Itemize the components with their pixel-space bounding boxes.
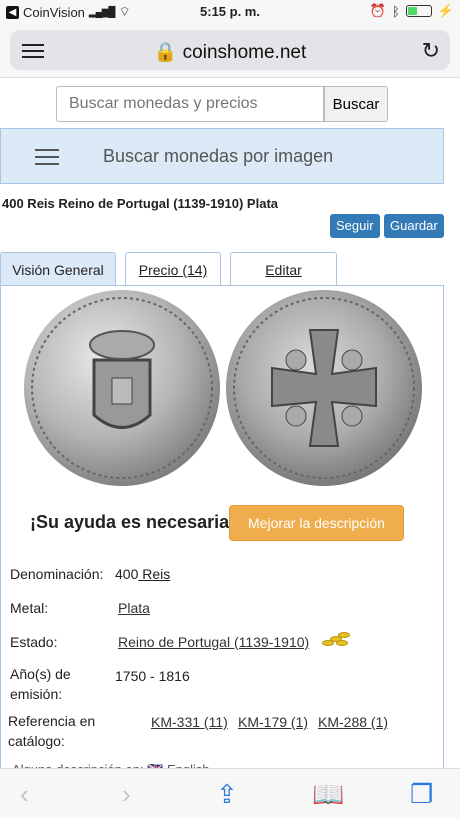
status-bar: ◀ CoinVision ▂▄▆█ ⌔ 5:15 p. m. ⏰ ᛒ ⚡ xyxy=(0,0,460,24)
years-value: 1750 - 1816 xyxy=(115,668,190,684)
tab-edit[interactable]: Editar xyxy=(230,252,337,286)
catalog-ref-link-3[interactable]: KM-288 (1) xyxy=(318,714,388,730)
catalog-ref-label-line2: catálogo: xyxy=(8,733,65,749)
tab-edit-label: Editar xyxy=(265,262,302,278)
image-search-label: Buscar monedas por imagen xyxy=(103,146,334,166)
url-label: coinshome.net xyxy=(182,42,307,63)
search-input[interactable] xyxy=(56,86,324,122)
help-needed-text: ¡Su ayuda es necesaria! xyxy=(30,512,236,532)
charging-icon: ⚡ xyxy=(437,3,454,18)
tab-price[interactable]: Precio (14) xyxy=(125,252,221,286)
coins-icon xyxy=(320,632,352,648)
url-text: 🔒 coinshome.net xyxy=(153,42,307,63)
tabs-icon[interactable]: ❐ xyxy=(410,779,433,810)
tab-price-label: Precio (14) xyxy=(138,262,208,278)
back-icon[interactable]: ‹ xyxy=(20,779,29,810)
address-field[interactable]: 🔒 coinshome.net ↻ xyxy=(10,30,450,70)
status-icons: ⏰ ᛒ ⚡ xyxy=(370,3,454,19)
years-label: Año(s) de emisión: xyxy=(10,664,71,704)
bluetooth-icon: ᛒ xyxy=(392,3,400,19)
forward-icon[interactable]: › xyxy=(122,779,131,810)
follow-button[interactable]: Seguir xyxy=(330,214,380,238)
catalog-ref-label: Referencia en catálogo: xyxy=(8,711,95,751)
catalog-ref-link-2[interactable]: KM-179 (1) xyxy=(238,714,308,730)
bookmarks-icon[interactable]: 📖 xyxy=(312,779,344,810)
state-label: Estado: xyxy=(10,634,58,650)
tab-overview[interactable]: Visión General xyxy=(0,252,116,286)
coin-obverse-image[interactable] xyxy=(24,290,220,486)
tab-overview-label: Visión General xyxy=(12,262,104,278)
state-link[interactable]: Reino de Portugal (1139-1910) xyxy=(118,634,309,650)
image-search-bar[interactable]: Buscar monedas por imagen xyxy=(0,128,444,184)
denomination-value: 400 Reis xyxy=(115,566,170,582)
coin-reverse-image[interactable] xyxy=(226,290,422,486)
menu-icon[interactable] xyxy=(35,149,59,170)
browser-url-bar: 🔒 coinshome.net ↻ xyxy=(0,24,460,78)
catalog-ref-link-1[interactable]: KM-331 (11) xyxy=(151,714,228,730)
denomination-unit-link[interactable]: Reis xyxy=(138,566,170,582)
save-button[interactable]: Guardar xyxy=(384,214,444,238)
improve-description-button[interactable]: Mejorar la descripción xyxy=(229,505,404,541)
years-label-line2: emisión: xyxy=(10,686,63,702)
metal-link[interactable]: Plata xyxy=(118,600,150,616)
obverse-detail xyxy=(31,297,213,479)
browser-toolbar: ‹ › ⇪ 📖 ❐ xyxy=(0,768,460,818)
alarm-icon: ⏰ xyxy=(369,3,386,18)
metal-label: Metal: xyxy=(10,600,49,616)
battery-icon xyxy=(405,5,432,17)
search-form: Buscar xyxy=(56,86,388,122)
share-icon[interactable]: ⇪ xyxy=(216,779,238,810)
reverse-detail xyxy=(233,297,415,479)
search-button[interactable]: Buscar xyxy=(324,86,388,122)
denomination-number: 400 xyxy=(115,566,139,582)
years-label-line1: Año(s) de xyxy=(10,666,71,682)
reload-icon[interactable]: ↻ xyxy=(422,38,440,64)
catalog-ref-label-line1: Referencia en xyxy=(8,713,96,729)
denomination-label: Denominación: xyxy=(10,566,104,582)
page-title: 400 Reis Reino de Portugal (1139-1910) P… xyxy=(2,196,279,211)
